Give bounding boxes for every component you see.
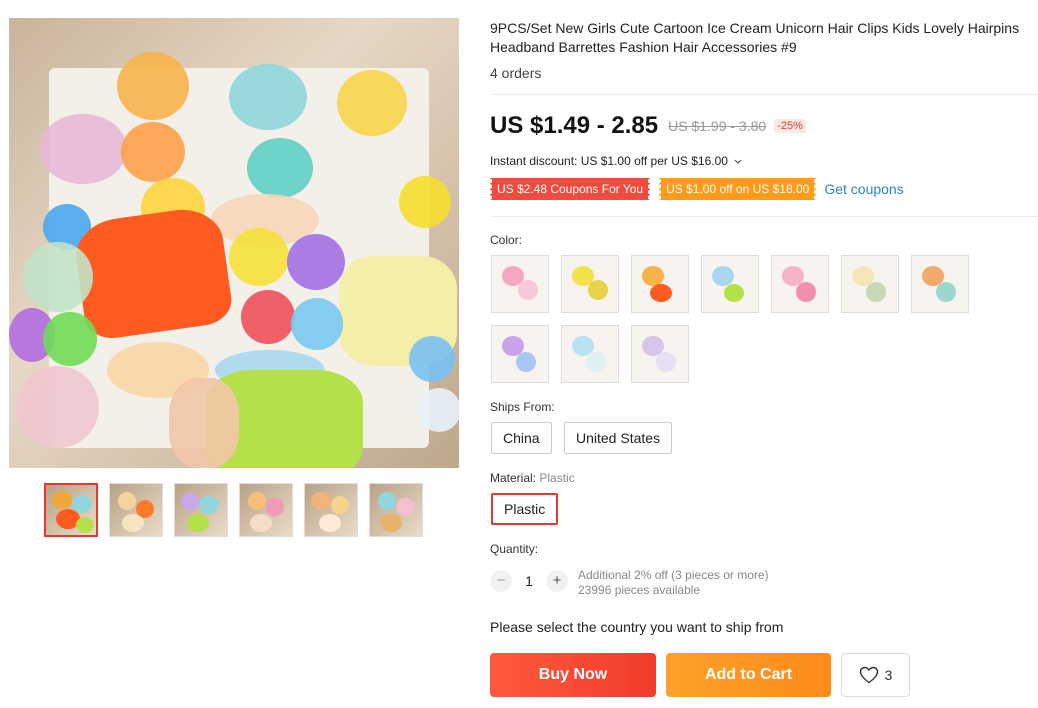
price-row: US $1.49 - 2.85 US $1.99 - 3.80 -25%	[490, 112, 806, 140]
clip-butterfly-pink-2	[17, 366, 99, 448]
clip-flower-red	[241, 290, 295, 344]
bulk-discount-note: Additional 2% off (3 pieces or more)	[578, 568, 769, 582]
material-label: Material: Plastic	[490, 471, 575, 485]
clip-star-teal	[247, 138, 313, 198]
quantity-label: Quantity:	[490, 542, 539, 556]
clip-shell-orange	[117, 52, 189, 120]
quantity-increase-button[interactable]: +	[546, 570, 568, 592]
color-swatch-10[interactable]	[631, 325, 689, 383]
clip-flower-sky	[291, 298, 343, 350]
current-price: US $1.49 - 2.85	[490, 112, 659, 139]
product-title: 9PCS/Set New Girls Cute Cartoon Ice Crea…	[490, 20, 1020, 55]
color-swatch-2[interactable]	[561, 255, 619, 313]
clip-star-orange	[121, 122, 185, 182]
quantity-value[interactable]: 1	[512, 573, 546, 589]
quantity-note: Additional 2% off (3 pieces or more) 239…	[578, 568, 769, 598]
wishlist-count: 3	[884, 667, 893, 683]
thumbnail-4[interactable]	[239, 483, 293, 537]
coupon-row: US $2.48 Coupons For You US $1.00 off on…	[487, 178, 904, 200]
quantity-decrease-button[interactable]: −	[490, 570, 512, 592]
coupon-tag-store[interactable]: US $2.48 Coupons For You	[487, 178, 653, 200]
clip-flower-blue-2	[409, 336, 455, 382]
thumbnail-3[interactable]	[174, 483, 228, 537]
clip-butterfly-green	[23, 242, 93, 312]
divider	[490, 216, 1038, 217]
clip-flower-yellow-2	[229, 228, 289, 286]
get-coupons-link[interactable]: Get coupons	[824, 181, 903, 197]
material-option-plastic[interactable]: Plastic	[491, 493, 559, 525]
coupon-tag-threshold[interactable]: US $1.00 off on US $18.00	[657, 178, 819, 200]
instant-discount-text: Instant discount: US $1.00 off per US $1…	[490, 154, 728, 168]
color-swatch-3[interactable]	[631, 255, 689, 313]
add-to-cart-button[interactable]: Add to Cart	[666, 653, 831, 697]
color-swatch-8[interactable]	[491, 325, 549, 383]
clip-shell-blue	[229, 64, 307, 130]
color-swatch-9[interactable]	[561, 325, 619, 383]
clip-flower-purple	[287, 234, 345, 290]
ship-country-message: Please select the country you want to sh…	[490, 619, 784, 635]
hand-thumb	[169, 378, 239, 468]
order-count: 4 orders	[490, 65, 542, 81]
color-swatch-5[interactable]	[771, 255, 829, 313]
clip-flower-white	[417, 388, 459, 432]
color-swatch-6[interactable]	[841, 255, 899, 313]
material-selected-value: Plastic	[539, 471, 575, 485]
color-label: Color:	[490, 233, 523, 247]
material-label-text: Material:	[490, 471, 537, 485]
quantity-stepper: − 1 +	[490, 570, 568, 592]
thumbnail-1[interactable]	[44, 483, 98, 537]
clip-shell-yellow	[337, 70, 407, 136]
color-swatch-1[interactable]	[491, 255, 549, 313]
thumbnail-5[interactable]	[304, 483, 358, 537]
ships-from-label: Ships From:	[490, 400, 555, 414]
ship-option-china[interactable]: China	[491, 422, 552, 454]
wishlist-button[interactable]: 3	[841, 653, 910, 697]
original-price: US $1.99 - 3.80	[668, 118, 767, 134]
ship-option-united-states[interactable]: United States	[564, 422, 673, 454]
divider	[490, 94, 1038, 95]
stock-available: 23996 pieces available	[578, 583, 701, 597]
buy-now-button[interactable]: Buy Now	[490, 653, 656, 697]
discount-badge: -25%	[774, 119, 806, 133]
clip-butterfly-pink	[39, 114, 127, 184]
thumbnail-strip	[44, 483, 423, 537]
bow-orange	[71, 204, 235, 342]
heart-icon	[859, 666, 878, 684]
clip-flower-green	[43, 312, 97, 366]
clip-flower-yellow	[399, 176, 451, 228]
thumbnail-2[interactable]	[109, 483, 163, 537]
color-swatch-4[interactable]	[701, 255, 759, 313]
thumbnail-6[interactable]	[369, 483, 423, 537]
instant-discount[interactable]: Instant discount: US $1.00 off per US $1…	[490, 154, 742, 168]
color-swatch-7[interactable]	[911, 255, 969, 313]
product-main-image[interactable]	[9, 18, 459, 468]
chevron-down-icon	[734, 159, 742, 164]
